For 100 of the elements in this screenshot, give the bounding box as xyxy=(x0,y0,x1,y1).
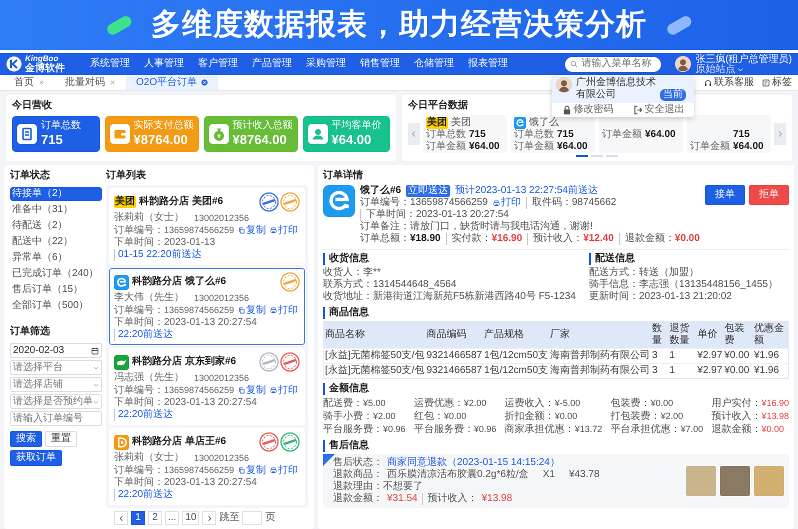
previous-button[interactable] xyxy=(408,123,420,145)
print-link[interactable]: 打印 xyxy=(270,224,298,236)
price: ¥43.78 xyxy=(568,469,600,481)
print-link[interactable]: 打印 xyxy=(270,464,298,476)
input-field[interactable]: 请输入订单编号 xyxy=(10,411,102,426)
amount-label: 预计收入： xyxy=(711,411,762,422)
nav-menu-item[interactable]: 产品管理 xyxy=(246,58,298,70)
column-header: 单价 xyxy=(696,322,724,348)
status-item[interactable]: 准备中（31） xyxy=(10,203,102,217)
select-field[interactable]: 请选择店铺 xyxy=(10,377,102,392)
amount-label: 商家承担优惠： xyxy=(504,424,575,435)
tab[interactable]: O2O平台订单 xyxy=(126,75,218,90)
photo-placeholder xyxy=(720,466,750,496)
nav-menu-item[interactable]: 人事管理 xyxy=(138,58,190,70)
jump-label: 跳至 xyxy=(219,512,240,524)
amount-label: 包装费： xyxy=(610,398,651,409)
panel-title: 今日营收 xyxy=(12,99,52,112)
status-item[interactable]: 售后订单（15） xyxy=(10,283,102,297)
order-number: 订单编号：13659874566259 xyxy=(114,464,234,476)
amount-value: ¥16.90 xyxy=(761,398,789,408)
close-icon[interactable] xyxy=(109,79,116,86)
status-item[interactable]: 待配送（2） xyxy=(10,219,102,233)
filter-button[interactable]: 获取订单 xyxy=(10,450,62,466)
copy-link[interactable]: 复制 xyxy=(238,224,266,236)
amount-label: 运费收入： xyxy=(504,398,555,409)
next-page-button[interactable] xyxy=(202,511,216,525)
filter-button[interactable]: 重置 xyxy=(45,431,77,447)
accept-button[interactable]: 接单 xyxy=(705,185,745,205)
print-icon xyxy=(270,467,278,474)
print-link[interactable]: 打印 xyxy=(270,384,298,396)
logo-subtitle: 金博软件 xyxy=(25,63,65,74)
photo-placeholder xyxy=(754,466,784,496)
nav-menu-item[interactable]: 报表管理 xyxy=(462,58,514,70)
copy-link[interactable]: 复制 xyxy=(238,304,266,316)
amount-label: 配送费： xyxy=(323,398,363,409)
menu-item[interactable]: 安全退出 xyxy=(632,104,684,116)
caret-icon xyxy=(93,398,99,404)
table-cell: 3 xyxy=(651,348,668,364)
page-button[interactable]: 10 xyxy=(182,511,200,525)
toolbar-link[interactable]: 联系客服 xyxy=(704,76,754,88)
amount-label: 订单金额 xyxy=(690,141,730,153)
amount-label: 订单金额 xyxy=(426,141,466,153)
status-item[interactable]: 待接单（2） xyxy=(10,187,102,201)
nav-menu-item[interactable]: 销售管理 xyxy=(354,58,406,70)
order-card[interactable]: 科韵路分店 单店王#6 张莉莉（女士） 13002012356 订单编号：13659874566259 复制 打印 下单时间：2023-01-13 20:27:54 22:20前送达 xyxy=(109,428,305,505)
page-button[interactable]: ... xyxy=(165,511,180,525)
close-icon[interactable] xyxy=(201,79,208,86)
platform-name: 饿了么 xyxy=(529,116,559,128)
reject-button[interactable]: 拒单 xyxy=(749,185,789,205)
caret-icon[interactable] xyxy=(737,66,744,73)
page-button[interactable]: 1 xyxy=(131,511,145,525)
select-field[interactable]: 请选择是否预约单 xyxy=(10,394,102,409)
lock-icon xyxy=(562,105,572,115)
avatar-icon xyxy=(556,77,572,93)
store-name: 原始站点 xyxy=(695,64,736,74)
print-link[interactable]: 打印 xyxy=(492,197,521,209)
platform-order-name: 美团#6 xyxy=(192,196,224,208)
previous-page-button[interactable] xyxy=(114,511,128,525)
status-item[interactable]: 全部订单（500） xyxy=(10,299,102,313)
next-button[interactable] xyxy=(774,123,786,145)
close-icon[interactable] xyxy=(38,79,45,86)
panel-title: 今日平台数据 xyxy=(408,99,468,112)
amount-value: ¥-5.00 xyxy=(554,398,580,408)
amount-value: ¥0.00 xyxy=(554,411,578,421)
customer-name: 冯志强（先生） xyxy=(114,372,185,384)
nav-menu-item[interactable]: 仓储管理 xyxy=(408,58,460,70)
order-time: 下单时间：2023-01-13 xyxy=(114,237,216,248)
page-input-field[interactable] xyxy=(242,511,262,525)
search-icon xyxy=(570,60,578,68)
status-item[interactable]: 已完成订单（240） xyxy=(10,267,102,281)
nav-menu-item[interactable]: 客户管理 xyxy=(192,58,244,70)
status-item[interactable]: 异常单（6） xyxy=(10,251,102,265)
table-cell: ¥0.00 xyxy=(723,348,753,364)
platform-logo xyxy=(114,274,129,290)
amount-value: ¥2.00 xyxy=(464,398,486,408)
print-link[interactable]: 打印 xyxy=(270,304,298,316)
logo-name: KingBoo xyxy=(25,54,58,63)
toolbar-link[interactable]: 标签 xyxy=(762,76,792,88)
order-card[interactable]: 科韵路分店 饿了么#6 李大伟（先生） 13002012356 订单编号：13659874566259 复制 打印 下单时间：2023-01-13 20:27:54 22:20前送达 xyxy=(109,268,305,345)
order-card[interactable]: 科韵路分店 京东到家#6 冯志强（先生） 13002012356 订单编号：13659874566259 复制 打印 下单时间：2023-01-13 20:27:54 22:20前送达 xyxy=(109,348,305,425)
search-field[interactable]: 请输入菜单名称 xyxy=(565,56,662,72)
filter-button[interactable]: 搜索 xyxy=(10,431,42,447)
order-card[interactable]: 美团 科韵路分店 美团#6 张莉莉（女士） 13002012356 订单编号：13659874566259 复制 打印 下单时间：2023-01-13 01-15 22:20前送达 xyxy=(109,188,305,265)
nav-menu-item[interactable]: 系统管理 xyxy=(84,58,136,70)
amount-label: 运费优惠： xyxy=(414,398,464,409)
amount-value: ¥0.00 xyxy=(761,424,784,434)
page-unit: 页 xyxy=(265,512,276,524)
copy-link[interactable]: 复制 xyxy=(238,464,266,476)
platform-logo: 美团 xyxy=(114,196,136,208)
copy-link[interactable]: 复制 xyxy=(238,384,266,396)
status-item[interactable]: 配送中（22） xyxy=(10,235,102,249)
logo-icon xyxy=(6,56,22,72)
select-field[interactable]: 请选择平台 xyxy=(10,360,102,375)
page-button[interactable]: 2 xyxy=(148,511,162,525)
nav-menu-item[interactable]: 采购管理 xyxy=(300,58,352,70)
date-field[interactable]: 2020-02-03 xyxy=(10,343,102,358)
info-label: 预计收入： xyxy=(422,493,478,505)
amount-value: ¥0.00 xyxy=(444,411,466,421)
menu-item[interactable]: 修改密码 xyxy=(562,104,614,116)
column-header: 数量 xyxy=(651,322,668,348)
